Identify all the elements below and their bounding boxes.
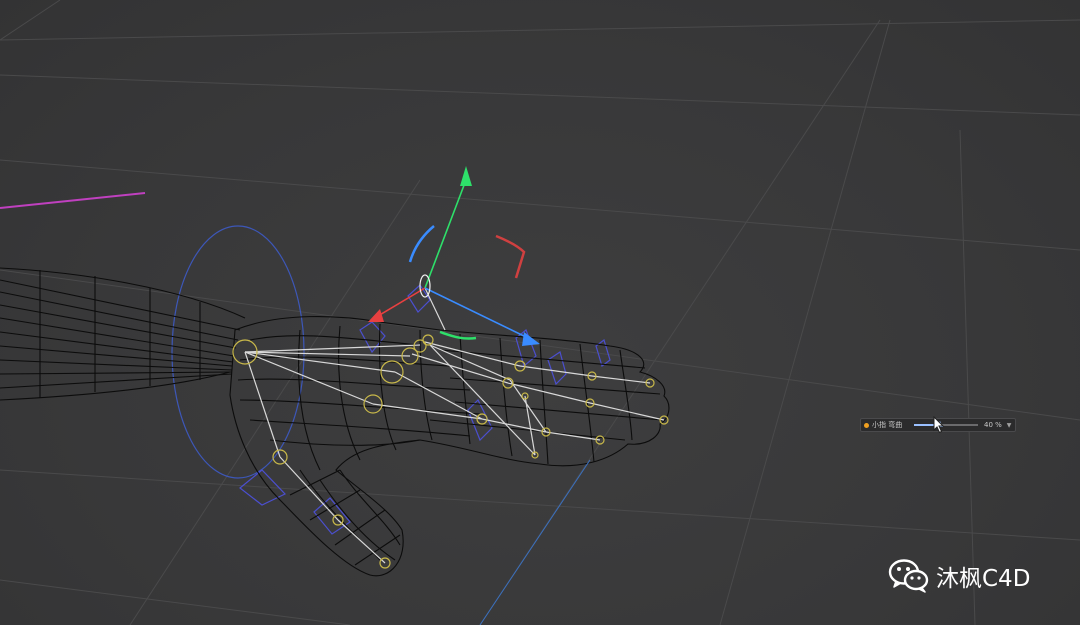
floor-grid xyxy=(0,0,1080,625)
hud-slider-value[interactable]: 40 % xyxy=(984,421,1002,429)
hud-slider-track[interactable] xyxy=(914,421,978,427)
magenta-guide-line xyxy=(0,192,146,209)
viewport-scene[interactable] xyxy=(0,0,1080,625)
finger-controllers[interactable] xyxy=(239,284,611,535)
mouse-cursor-icon xyxy=(933,416,945,434)
chevron-down-icon[interactable]: ▼ xyxy=(1007,422,1012,429)
3d-viewport[interactable]: 小指 弯曲 40 % ▼ 沐枫C4D xyxy=(0,0,1080,625)
arm-wireframe xyxy=(0,267,246,401)
watermark-text: 沐枫C4D xyxy=(936,566,1031,592)
wechat-icon xyxy=(888,559,929,593)
blue-guide-line xyxy=(479,459,591,625)
hud-slider-label: 小指 弯曲 xyxy=(872,421,903,429)
gizmo-rotate-x-arc xyxy=(495,234,526,279)
gizmo-z-arrowhead xyxy=(522,332,540,346)
gizmo-rotate-y-arc xyxy=(408,225,435,263)
ik-control-circle[interactable] xyxy=(171,225,305,479)
rig-bones xyxy=(244,287,665,564)
watermark: 沐枫C4D xyxy=(888,556,1030,596)
gizmo-y-arrowhead xyxy=(460,166,472,186)
hand-wireframe xyxy=(229,315,670,577)
hud-indicator-dot xyxy=(864,422,869,428)
gizmo-x-arrowhead xyxy=(368,309,384,322)
